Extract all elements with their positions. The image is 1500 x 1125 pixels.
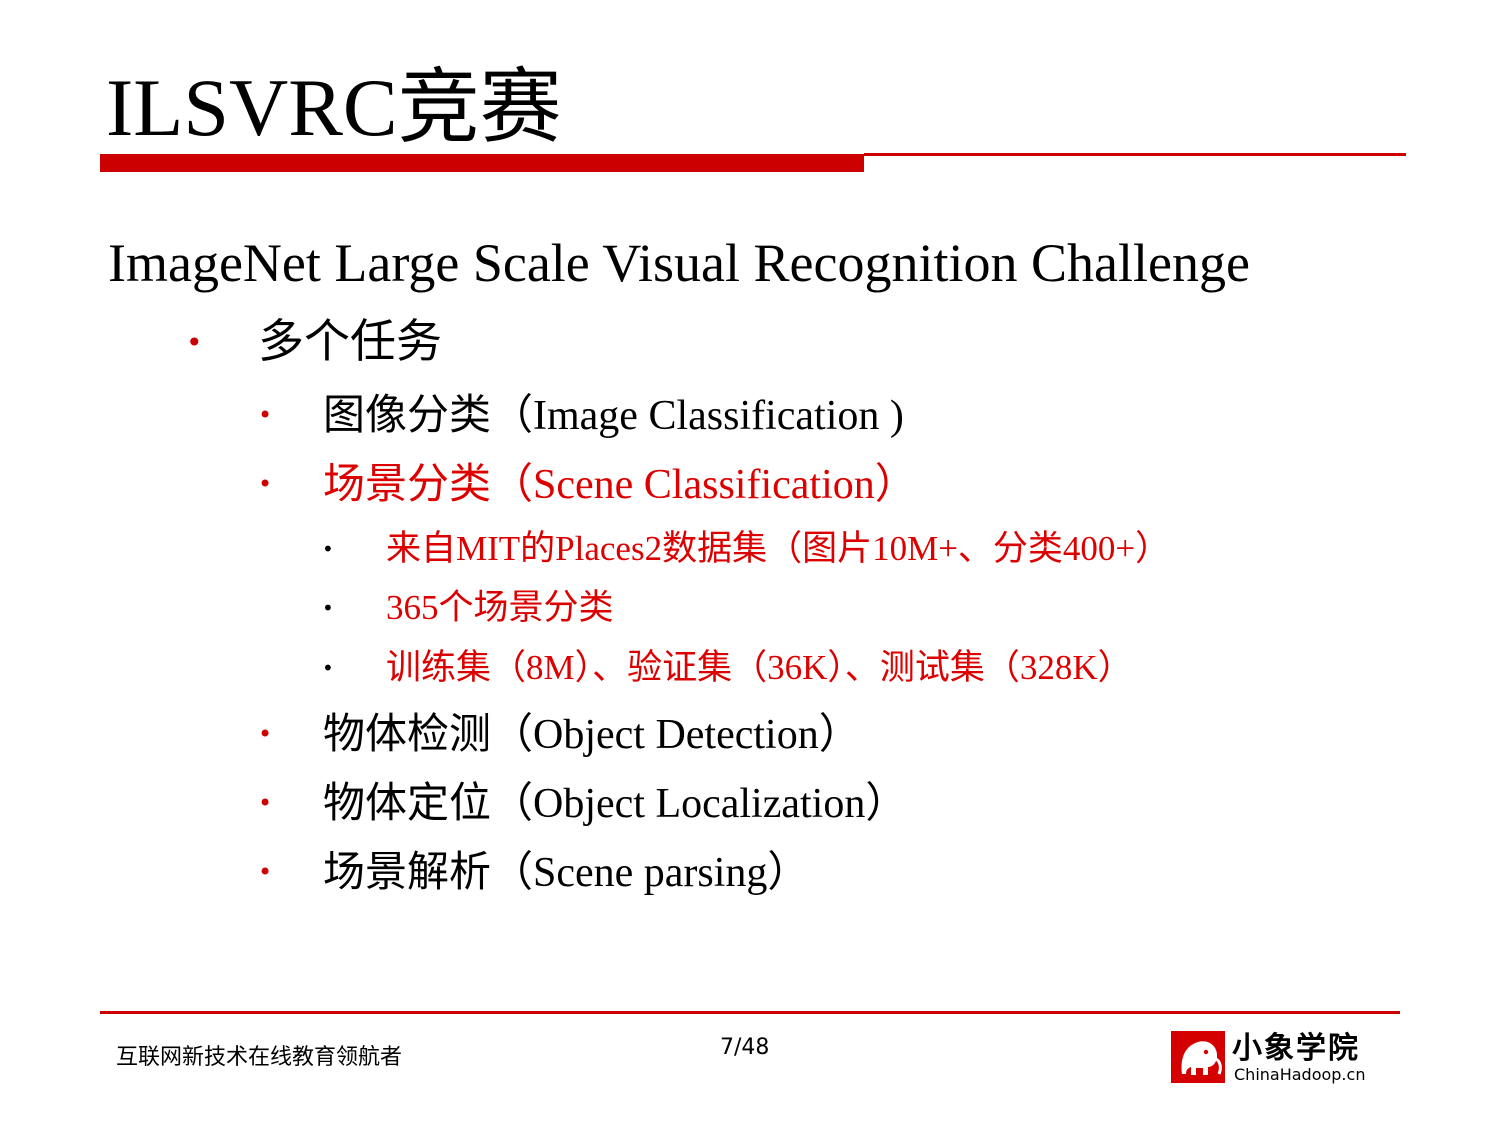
footer-rule xyxy=(100,1011,1400,1014)
list-item: 物体检测（Object Detection） xyxy=(323,712,861,758)
bullet-icon: • xyxy=(322,596,334,620)
bullet-icon: • xyxy=(258,401,273,429)
bullet-icon: • xyxy=(322,656,334,680)
bullet-icon: • xyxy=(258,470,273,498)
list-item: 图像分类（Image Classification ) xyxy=(323,393,904,439)
list-item-highlighted: 场景分类（Scene Classification） xyxy=(323,462,917,508)
bullet-icon: • xyxy=(258,789,273,817)
list-item-highlighted: 来自MIT的Places2数据集（图片10M+、分类400+） xyxy=(386,529,1171,568)
list-item-highlighted: 训练集（8M）、验证集（36K）、测试集（328K） xyxy=(386,648,1133,687)
slide-subtitle: ImageNet Large Scale Visual Recognition … xyxy=(108,233,1250,293)
list-item: 场景解析（Scene parsing） xyxy=(323,850,810,896)
bullet-icon: • xyxy=(186,326,203,359)
elephant-logo-icon xyxy=(1171,1031,1225,1083)
bullet-icon: • xyxy=(258,858,273,886)
page-number: 7/48 xyxy=(720,1035,770,1060)
list-item: 物体定位（Object Localization） xyxy=(323,781,908,827)
bullet-icon: • xyxy=(322,537,334,561)
slide-title: ILSVRC竞赛 xyxy=(106,62,562,153)
title-underline-thick xyxy=(100,154,864,172)
list-item-highlighted: 365个场景分类 xyxy=(386,588,614,627)
title-underline-thin xyxy=(864,153,1406,156)
list-item: 多个任务 xyxy=(258,316,442,367)
logo-chinese-name: 小象学院 xyxy=(1232,1031,1360,1066)
footer-tagline: 互联网新技术在线教育领航者 xyxy=(116,1044,403,1069)
bullet-icon: • xyxy=(258,720,273,748)
slide: ILSVRC竞赛 ImageNet Large Scale Visual Rec… xyxy=(0,0,1500,1125)
brand-logo: 小象学院 ChinaHadoop.cn xyxy=(1170,1030,1392,1086)
logo-website: ChinaHadoop.cn xyxy=(1234,1065,1366,1084)
